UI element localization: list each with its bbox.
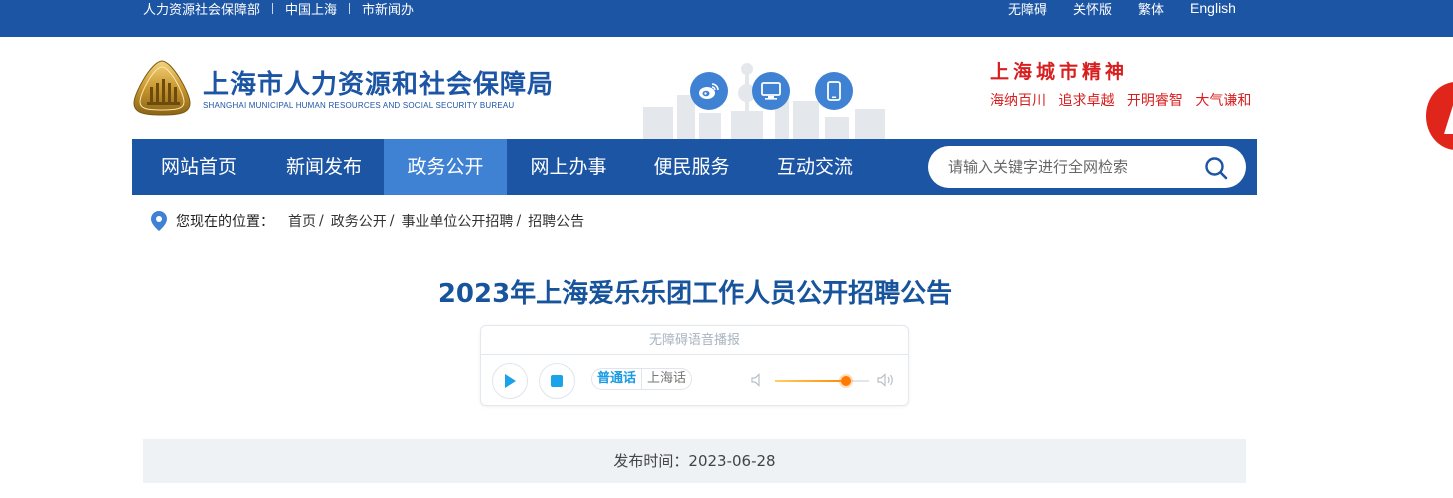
link-english[interactable]: English: [1190, 0, 1236, 16]
language-switch: 普通话 上海话: [591, 368, 693, 390]
link-accessibility[interactable]: 无障碍: [1008, 0, 1047, 18]
mobile-icon: [827, 81, 841, 101]
main-nav: 网站首页 新闻发布 政务公开 网上办事 便民服务 互动交流: [132, 139, 1257, 195]
breadcrumb-government-affairs[interactable]: 政务公开: [331, 211, 387, 231]
search-icon[interactable]: [1204, 156, 1228, 180]
volume-knob[interactable]: [840, 376, 851, 386]
search-input[interactable]: [948, 146, 1198, 188]
breadcrumb-recruitment[interactable]: 事业单位公开招聘: [401, 211, 513, 231]
mobile-version-button[interactable]: [815, 72, 853, 110]
city-spirit-title: 上海城市精神: [990, 61, 1129, 83]
nav-government-affairs[interactable]: 政务公开: [384, 139, 507, 195]
player-title: 无障碍语音播报: [481, 326, 908, 355]
volume-low-icon[interactable]: [751, 373, 765, 387]
spirit-word: 开明睿智: [1126, 93, 1183, 109]
play-button[interactable]: [492, 363, 528, 399]
stop-button[interactable]: [539, 363, 575, 399]
publish-date: 发布时间：2023-06-28: [613, 452, 776, 470]
pc-version-button[interactable]: [752, 72, 790, 110]
lang-mandarin[interactable]: 普通话: [592, 369, 641, 389]
link-mohrss[interactable]: 人力资源社会保障部: [143, 0, 260, 18]
weibo-icon: [699, 83, 719, 99]
breadcrumb-lead: 您现在的位置：: [176, 214, 274, 230]
top-bar: 人力资源社会保障部 中国上海 市新闻办 无障碍 关怀版 繁体 English: [0, 0, 1453, 37]
bureau-emblem-icon[interactable]: [132, 59, 192, 117]
weibo-button[interactable]: [690, 72, 728, 110]
publish-date-bar: 发布时间：2023-06-28: [143, 439, 1246, 483]
top-right-links: 无障碍 关怀版 繁体 English: [1008, 0, 1236, 18]
volume-slider[interactable]: [775, 376, 869, 386]
breadcrumb: 您现在的位置： 首页 / 政务公开 / 事业单位公开招聘 / 招聘公告: [150, 210, 584, 232]
top-left-links: 人力资源社会保障部 中国上海 市新闻办: [143, 0, 414, 18]
nav-interaction[interactable]: 互动交流: [753, 139, 877, 195]
divider: [272, 2, 274, 14]
spirit-word: 大气谦和: [1195, 93, 1252, 109]
search-box: [928, 146, 1246, 188]
floating-badge-icon[interactable]: [1426, 82, 1453, 150]
play-icon: [505, 374, 516, 388]
breadcrumb-announcement[interactable]: 招聘公告: [528, 211, 584, 231]
lang-shanghainese[interactable]: 上海话: [641, 369, 691, 389]
link-traditional[interactable]: 繁体: [1138, 0, 1164, 18]
nav-online-services[interactable]: 网上办事: [507, 139, 630, 195]
location-pin-icon: [151, 211, 167, 231]
spirit-word: 追求卓越: [1058, 93, 1115, 109]
site-header: 上海市人力资源和社会保障局 SHANGHAI MUNICIPAL HUMAN R…: [0, 37, 1453, 150]
nav-news[interactable]: 新闻发布: [262, 139, 386, 195]
city-spirit-words: 海纳百川 追求卓越 开明睿智 大气谦和: [990, 90, 1259, 110]
link-china-shanghai[interactable]: 中国上海: [285, 0, 337, 18]
volume-high-icon[interactable]: [877, 372, 895, 388]
volume-fill: [775, 380, 846, 382]
article-title: 2023年上海爱乐乐团工作人员公开招聘公告: [437, 279, 953, 309]
link-news-office[interactable]: 市新闻办: [362, 0, 414, 18]
site-name-cn[interactable]: 上海市人力资源和社会保障局: [203, 64, 554, 101]
nav-public-services[interactable]: 便民服务: [630, 139, 753, 195]
link-care-version[interactable]: 关怀版: [1073, 0, 1112, 18]
breadcrumb-home[interactable]: 首页: [288, 211, 316, 231]
site-name-en: SHANGHAI MUNICIPAL HUMAN RESOURCES AND S…: [203, 101, 515, 110]
nav-home[interactable]: 网站首页: [132, 139, 266, 195]
stop-icon: [551, 375, 563, 387]
voice-broadcast-player: 无障碍语音播报 普通话 上海话: [480, 325, 909, 406]
divider: [349, 2, 351, 14]
monitor-icon: [761, 82, 781, 100]
spirit-word: 海纳百川: [990, 93, 1046, 109]
